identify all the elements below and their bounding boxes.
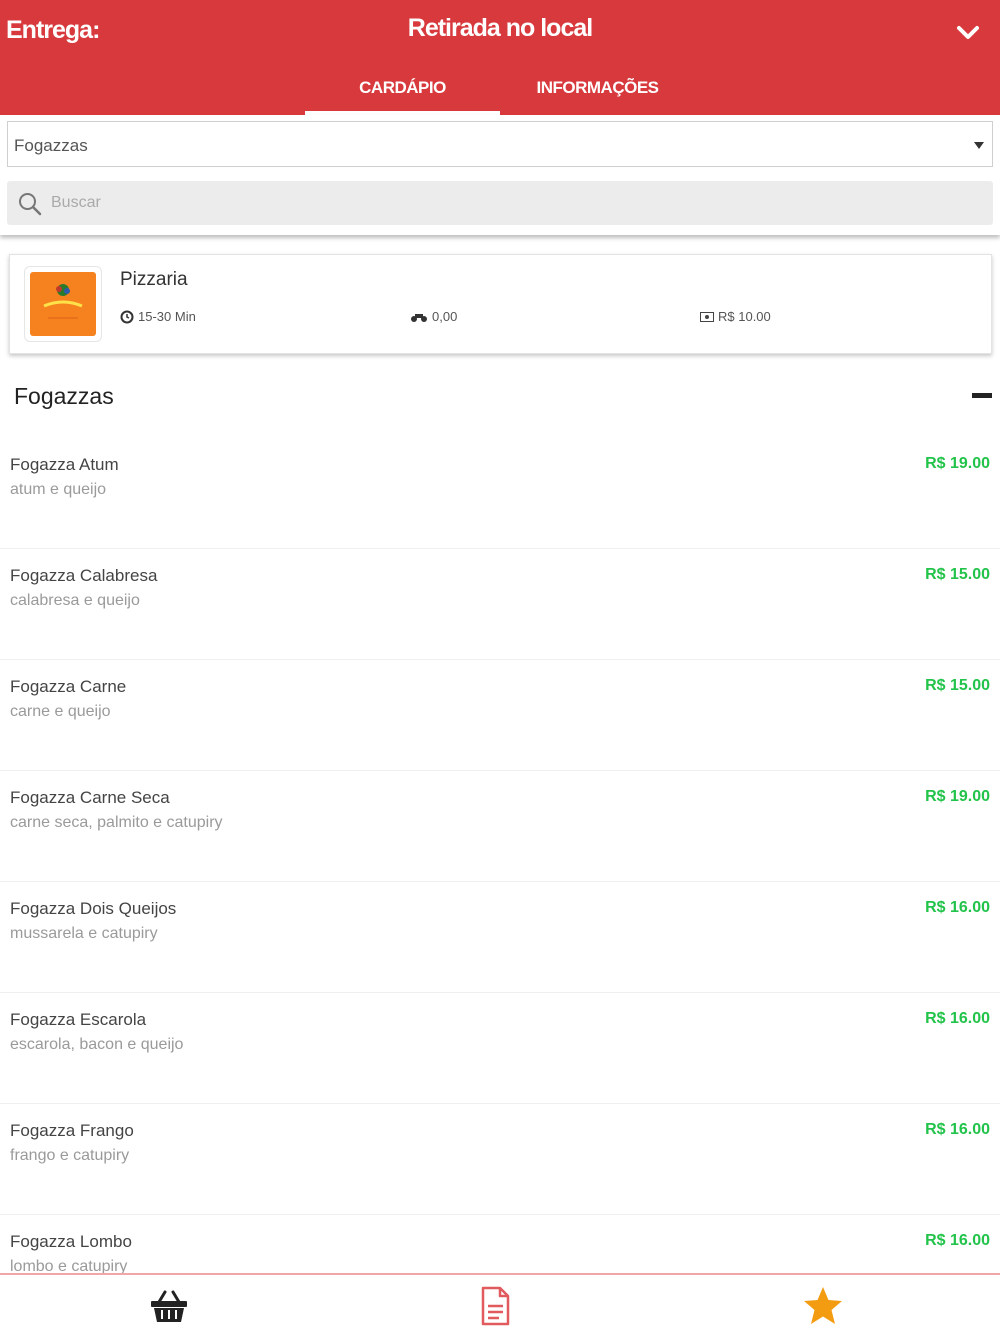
item-price: R$ 16.00 [925,1121,990,1138]
item-price: R$ 16.00 [925,1010,990,1027]
item-description: escarola, bacon e queijo [10,1036,184,1053]
menu-item[interactable]: Fogazza Calabresa calabresa e queijo R$ … [0,549,1000,660]
tab-cardapio[interactable]: CARDÁPIO [305,75,500,115]
item-price: R$ 16.00 [925,1232,990,1249]
search-input[interactable] [51,187,951,219]
collapse-minus-icon[interactable] [972,393,992,398]
item-name: Fogazza Calabresa [10,566,158,585]
store-min-order: R$ 10.00 [700,309,771,324]
search-icon [19,193,42,216]
app-header: Entrega: Retirada no local CARDÁPIO INFO… [0,0,1000,115]
item-price: R$ 19.00 [925,788,990,805]
item-name: Fogazza Atum [10,455,119,474]
category-title: Fogazzas [14,383,114,409]
store-logo-image [30,272,96,336]
basket-icon[interactable] [147,1284,191,1328]
menu-item-list: Fogazza Atum atum e queijo R$ 19.00 Foga… [0,438,1000,1326]
motorcycle-icon [411,313,427,322]
item-price: R$ 15.00 [925,566,990,583]
caret-down-icon [974,142,984,149]
category-select-value: Fogazzas [14,136,88,155]
clock-icon [120,310,134,323]
item-description: frango e catupiry [10,1147,130,1164]
category-select[interactable]: Fogazzas [7,121,993,167]
item-description: carne seca, palmito e catupiry [10,814,223,831]
store-delivery-fee-text: 0,00 [432,309,458,324]
item-description: mussarela e catupiry [10,925,158,942]
menu-item[interactable]: Fogazza Atum atum e queijo R$ 19.00 [0,438,1000,549]
item-description: calabresa e queijo [10,592,140,609]
item-name: Fogazza Dois Queijos [10,899,177,918]
menu-item[interactable]: Fogazza Dois Queijos mussarela e catupir… [0,882,1000,993]
item-price: R$ 19.00 [925,455,990,472]
item-name: Fogazza Escarola [10,1010,147,1029]
filter-panel: Fogazzas [0,115,1000,235]
tab-bar: CARDÁPIO INFORMAÇÕES [305,75,695,115]
document-icon[interactable] [473,1284,517,1328]
star-icon[interactable] [801,1284,845,1328]
item-price: R$ 16.00 [925,899,990,916]
bottom-nav [0,1273,1000,1334]
store-name: Pizzaria [120,269,188,290]
menu-item[interactable]: Fogazza Escarola escarola, bacon e queij… [0,993,1000,1104]
search-bar [7,181,993,225]
store-card[interactable]: Pizzaria 15-30 Min 0,00 R$ 10.00 [9,254,992,354]
chevron-down-icon[interactable] [956,20,980,44]
logo-graphic [43,284,83,319]
menu-item[interactable]: Fogazza Carne Seca carne seca, palmito e… [0,771,1000,882]
store-time-text: 15-30 Min [138,309,196,324]
menu-item[interactable]: Fogazza Frango frango e catupiry R$ 16.0… [0,1104,1000,1215]
item-price: R$ 15.00 [925,677,990,694]
money-icon [700,311,714,322]
item-name: Fogazza Frango [10,1121,134,1140]
menu-item[interactable]: Fogazza Carne carne e queijo R$ 15.00 [0,660,1000,771]
tab-informacoes[interactable]: INFORMAÇÕES [500,75,695,115]
item-description: atum e queijo [10,481,107,498]
store-min-order-text: R$ 10.00 [718,309,771,324]
item-description: carne e queijo [10,703,111,720]
item-name: Fogazza Carne [10,677,127,696]
item-name: Fogazza Lombo [10,1232,132,1251]
store-delivery-fee: 0,00 [410,309,457,324]
delivery-mode-selector[interactable]: Retirada no local [0,14,1000,43]
store-logo [24,266,102,342]
item-name: Fogazza Carne Seca [10,788,170,807]
store-delivery-time: 15-30 Min [120,309,196,324]
